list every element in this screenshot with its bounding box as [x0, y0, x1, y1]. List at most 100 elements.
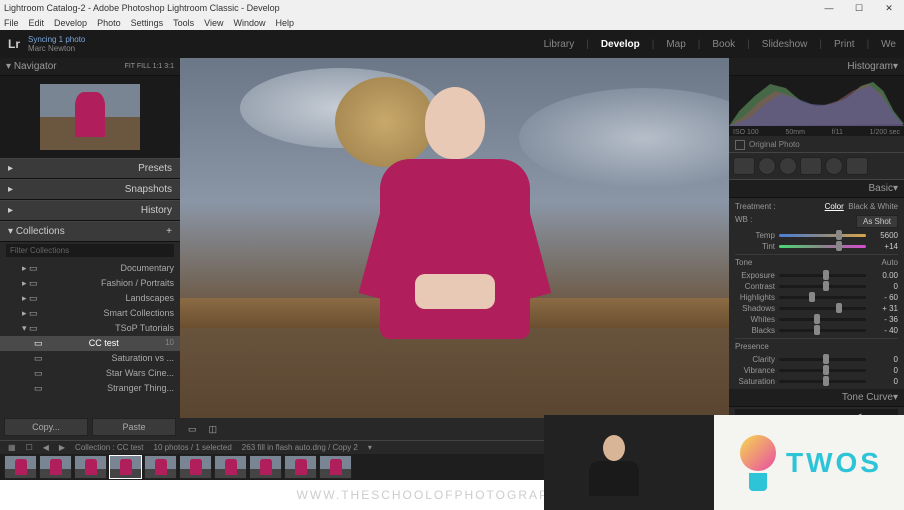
temp-value[interactable]: 5600 — [870, 231, 898, 240]
filmstrip-thumb[interactable] — [39, 455, 72, 479]
histogram-display[interactable]: ISO 100 50mm f/11 1/200 sec — [729, 76, 904, 136]
collection-item[interactable]: ▸ ▭ Documentary — [0, 261, 180, 276]
filmstrip-thumb[interactable] — [74, 455, 107, 479]
histo-aperture: f/11 — [832, 129, 843, 136]
highlights-slider[interactable] — [779, 296, 866, 299]
filmstrip-thumb[interactable] — [319, 455, 352, 479]
main-photo[interactable] — [180, 58, 729, 418]
blacks-value[interactable]: - 40 — [870, 326, 898, 335]
snapshots-header[interactable]: ▸ Snapshots — [0, 179, 180, 200]
filmstrip-thumb[interactable] — [249, 455, 282, 479]
menu-file[interactable]: File — [4, 18, 19, 28]
grid-view-icon[interactable]: ▦ — [8, 443, 16, 452]
second-window-icon[interactable]: ☐ — [26, 443, 33, 452]
collection-item[interactable]: ▸ ▭ Smart Collections — [0, 306, 180, 321]
module-web[interactable]: We — [881, 39, 896, 50]
collection-item[interactable]: ▸ ▭ Landscapes — [0, 291, 180, 306]
collection-item[interactable]: ▭ Saturation vs ... — [0, 351, 180, 366]
module-print[interactable]: Print — [834, 39, 855, 50]
basic-header[interactable]: Basic ▾ — [729, 180, 904, 198]
filmstrip-thumb[interactable] — [144, 455, 177, 479]
filmstrip-thumb[interactable] — [179, 455, 212, 479]
original-photo-checkbox[interactable] — [735, 140, 745, 150]
whites-value[interactable]: - 36 — [870, 315, 898, 324]
treatment-color[interactable]: Color — [825, 202, 844, 211]
filmstrip-thumb-selected[interactable] — [109, 455, 142, 479]
vibrance-value[interactable]: 0 — [870, 366, 898, 375]
module-book[interactable]: Book — [712, 39, 735, 50]
tint-value[interactable]: +14 — [870, 242, 898, 251]
shadows-slider[interactable] — [779, 307, 866, 310]
blacks-slider[interactable] — [779, 329, 866, 332]
crop-tool-icon[interactable] — [733, 157, 755, 175]
navigator-preview[interactable] — [0, 76, 180, 158]
menu-settings[interactable]: Settings — [131, 18, 164, 28]
temp-slider[interactable] — [779, 234, 866, 237]
navigator-zoom-modes[interactable]: FIT FILL 1:1 3:1 — [125, 63, 174, 70]
vibrance-slider[interactable] — [779, 369, 866, 372]
menu-develop[interactable]: Develop — [54, 18, 87, 28]
collection-item[interactable]: ▾ ▭ TSoP Tutorials — [0, 321, 180, 336]
before-after-icon[interactable]: ◫ — [209, 424, 218, 435]
module-library[interactable]: Library — [544, 39, 575, 50]
exposure-slider[interactable] — [779, 274, 866, 277]
clarity-slider[interactable] — [779, 358, 866, 361]
menu-tools[interactable]: Tools — [173, 18, 194, 28]
filmstrip-thumb[interactable] — [284, 455, 317, 479]
clarity-value[interactable]: 0 — [870, 355, 898, 364]
collection-item[interactable]: ▭ Stranger Thing... — [0, 381, 180, 396]
copy-button[interactable]: Copy... — [4, 418, 88, 436]
close-button[interactable]: ✕ — [874, 0, 904, 16]
module-slideshow[interactable]: Slideshow — [762, 39, 808, 50]
whites-slider[interactable] — [779, 318, 866, 321]
saturation-value[interactable]: 0 — [870, 377, 898, 386]
maximize-button[interactable]: ☐ — [844, 0, 874, 16]
radial-filter-icon[interactable] — [825, 157, 843, 175]
history-header[interactable]: ▸ History — [0, 200, 180, 221]
menu-edit[interactable]: Edit — [29, 18, 45, 28]
menu-help[interactable]: Help — [276, 18, 295, 28]
collection-item-selected[interactable]: ▭ CC test10 — [0, 336, 180, 351]
paste-button[interactable]: Paste — [92, 418, 176, 436]
highlights-value[interactable]: - 60 — [870, 293, 898, 302]
exposure-value[interactable]: 0.00 — [870, 271, 898, 280]
filter-collections-input[interactable]: Filter Collections — [6, 244, 174, 257]
saturation-slider[interactable] — [779, 380, 866, 383]
wb-dropdown[interactable]: As Shot — [856, 215, 898, 228]
navigator-header[interactable]: ▾ Navigator FIT FILL 1:1 3:1 — [0, 58, 180, 76]
loupe-view-icon[interactable]: ▭ — [188, 424, 197, 435]
module-develop[interactable]: Develop — [601, 39, 640, 50]
tint-slider[interactable] — [779, 245, 866, 248]
fs-dropdown-icon[interactable]: ▾ — [368, 443, 372, 452]
filmstrip-thumb[interactable] — [4, 455, 37, 479]
add-collection-icon[interactable]: + — [166, 226, 172, 237]
navigator-thumbnail[interactable] — [40, 84, 140, 150]
fs-nav-back-icon[interactable]: ◀ — [43, 443, 49, 452]
contrast-slider[interactable] — [779, 285, 866, 288]
module-map[interactable]: Map — [666, 39, 685, 50]
treatment-bw[interactable]: Black & White — [848, 202, 898, 211]
contrast-value[interactable]: 0 — [870, 282, 898, 291]
auto-tone-button[interactable]: Auto — [882, 258, 898, 267]
tone-curve-header[interactable]: Tone Curve ▾ — [729, 389, 904, 407]
filmstrip-collection[interactable]: Collection : CC test — [75, 443, 143, 452]
shadows-value[interactable]: + 31 — [870, 304, 898, 313]
redeye-icon[interactable] — [779, 157, 797, 175]
fs-nav-fwd-icon[interactable]: ▶ — [59, 443, 65, 452]
histogram-header[interactable]: Histogram ▾ — [729, 58, 904, 76]
gradient-filter-icon[interactable] — [800, 157, 822, 175]
menu-photo[interactable]: Photo — [97, 18, 121, 28]
filmstrip-thumb[interactable] — [214, 455, 247, 479]
user-name[interactable]: Marc Newton — [28, 44, 85, 53]
menu-view[interactable]: View — [204, 18, 223, 28]
spot-removal-icon[interactable] — [758, 157, 776, 175]
minimize-button[interactable]: — — [814, 0, 844, 16]
brush-tool-icon[interactable] — [846, 157, 868, 175]
logo-text: TWOS — [786, 447, 882, 479]
collection-item[interactable]: ▭ Star Wars Cine... — [0, 366, 180, 381]
collection-item[interactable]: ▸ ▭ Fashion / Portraits — [0, 276, 180, 291]
collections-header[interactable]: ▾ Collections+ — [0, 221, 180, 242]
menu-window[interactable]: Window — [234, 18, 266, 28]
presets-header[interactable]: ▸ Presets — [0, 158, 180, 179]
sync-status[interactable]: Syncing 1 photo — [28, 35, 85, 44]
